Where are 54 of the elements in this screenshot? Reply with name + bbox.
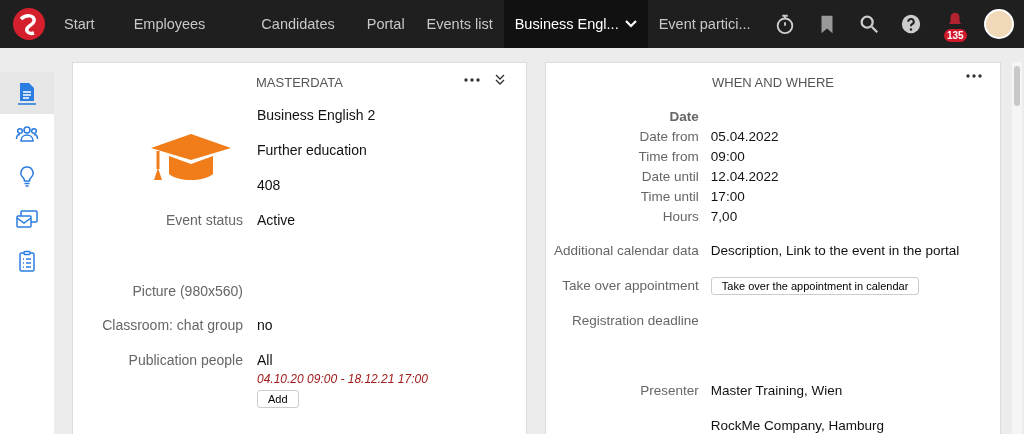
event-info: Further education xyxy=(257,142,367,158)
event-info: Business English 2 xyxy=(257,107,376,123)
section-heading: Date xyxy=(669,109,699,124)
avatar[interactable] xyxy=(984,9,1014,39)
document-icon xyxy=(15,81,39,105)
field-value: All xyxy=(257,352,273,368)
nav-tab[interactable]: Start xyxy=(64,0,106,48)
field-label: Event status xyxy=(165,212,243,228)
field-value: RockMe Company, Hamburg xyxy=(710,418,884,433)
nav-tab[interactable]: Employees xyxy=(105,0,234,48)
field-label: Take over appointment xyxy=(562,278,699,293)
nav-tab[interactable]: Events list xyxy=(415,0,504,48)
card-title: WHEN AND WHERE xyxy=(711,75,835,90)
event-info: 408 xyxy=(257,177,281,193)
field-value: 09:00 xyxy=(710,149,745,164)
field-label: Time until xyxy=(640,189,699,204)
card-title: MASTERDATA xyxy=(256,75,343,90)
field-value: 12.04.2022 xyxy=(710,169,779,184)
field-value: Description, Link to the event in the portal xyxy=(710,243,960,258)
chevron-icon xyxy=(624,20,637,28)
field-label: Hours xyxy=(662,209,699,224)
field-label: Classroom: chat group xyxy=(102,317,243,333)
field-label: Registration deadline xyxy=(571,313,699,328)
more-icon[interactable] xyxy=(966,74,982,78)
more-icon[interactable] xyxy=(464,78,480,82)
bell-icon[interactable] xyxy=(946,12,964,27)
field-label: Date from xyxy=(639,129,699,144)
logo-icon[interactable] xyxy=(12,7,46,41)
field-label: Publication people xyxy=(128,352,243,368)
period-text: 04.10.20 09:00 - 18.12.21 17:00 xyxy=(257,372,428,386)
help-icon[interactable] xyxy=(900,13,922,35)
field-value: no xyxy=(257,317,273,333)
field-label: Presenter xyxy=(640,383,699,398)
field-label: Picture (980x560) xyxy=(131,283,243,299)
notification-badge: 135 xyxy=(944,29,967,42)
field-label: Date until xyxy=(641,169,699,184)
field-value: Master Training, Wien xyxy=(710,383,843,398)
nav-tab[interactable]: Business Engl... xyxy=(503,0,648,48)
field-value: Active xyxy=(257,212,296,228)
stopwatch-icon[interactable] xyxy=(774,13,796,35)
search-icon[interactable] xyxy=(858,13,880,35)
field-value: 05.04.2022 xyxy=(710,129,779,144)
nav-tab[interactable]: Candidates xyxy=(233,0,363,48)
field-label: Time from xyxy=(638,149,699,164)
calendar-button[interactable]: Take over the appointment in calendar xyxy=(710,277,920,295)
field-label: Additional calendar data xyxy=(554,243,699,258)
mail-cards-icon xyxy=(15,207,39,231)
scrollbar[interactable] xyxy=(1012,62,1022,434)
field-value: 17:00 xyxy=(710,189,745,204)
add-button[interactable]: Add xyxy=(257,390,299,408)
nav-tab[interactable]: Event partici... xyxy=(647,0,762,48)
nav-tab[interactable]: Portal xyxy=(362,0,416,48)
sidebar-item[interactable] xyxy=(0,72,54,114)
field-value: 7,00 xyxy=(710,209,738,224)
